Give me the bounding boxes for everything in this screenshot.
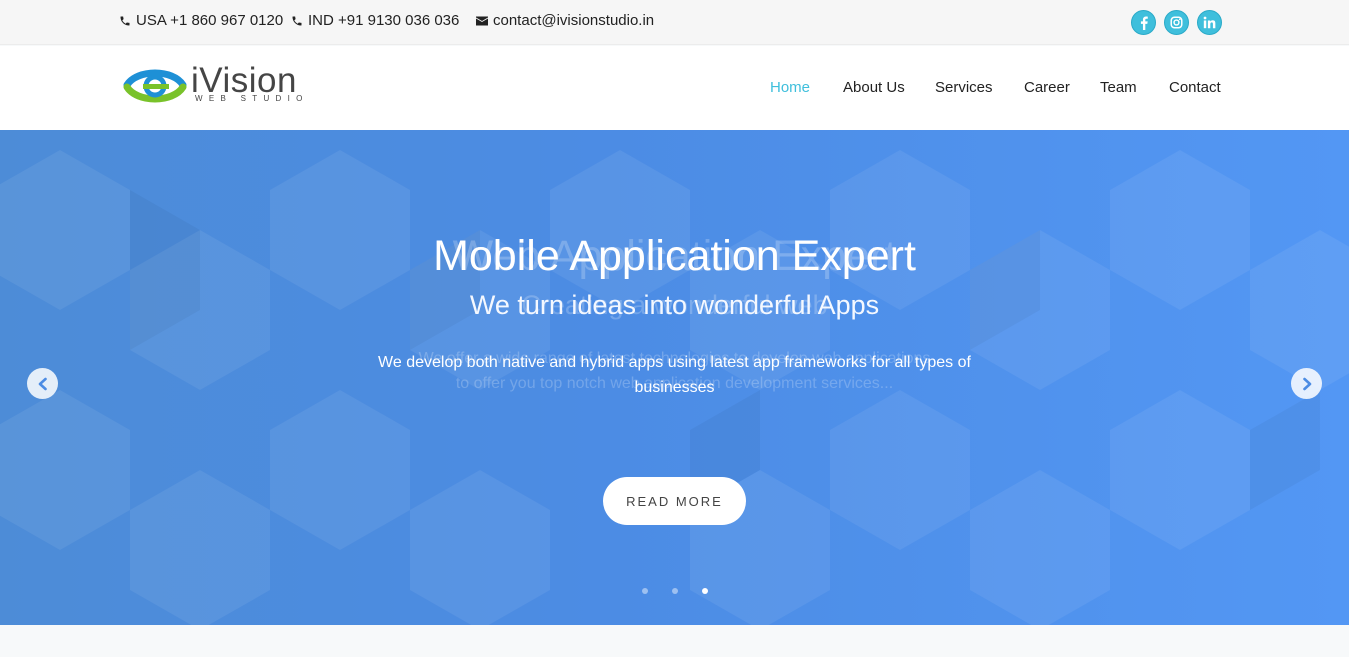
nav-about-us[interactable]: About Us <box>843 79 905 96</box>
ivision-eye-logo-icon <box>123 69 187 103</box>
phone-icon <box>120 16 130 25</box>
slide-indicator-2[interactable] <box>672 588 678 594</box>
logo-subtitle: WEB STUDIO <box>195 94 309 103</box>
top-bar: USA +1 860 967 0120 IND +91 9130 036 036… <box>0 0 1349 45</box>
hero-subtitle: We turn ideas into wonderful Apps <box>469 290 880 320</box>
hero-title: Mobile Application Expert <box>433 232 916 280</box>
envelope-icon <box>476 16 488 25</box>
hero-slider: Web Application Expert Creating a wonder… <box>0 130 1349 625</box>
nav-contact[interactable]: Contact <box>1169 79 1221 96</box>
instagram-icon[interactable] <box>1164 10 1189 35</box>
read-more-button[interactable]: READ MORE <box>603 477 746 525</box>
phone-usa-text: USA +1 860 967 0120 <box>136 12 284 29</box>
facebook-icon[interactable] <box>1131 10 1156 35</box>
nav-home[interactable]: Home <box>770 79 810 96</box>
prev-slide-button[interactable] <box>27 368 58 399</box>
phone-icon <box>292 16 302 25</box>
hero-description: We develop both native and hybrid apps u… <box>378 354 971 396</box>
nav-team[interactable]: Team <box>1100 79 1137 96</box>
phone-ind[interactable]: IND +91 9130 036 036 <box>291 12 459 29</box>
next-section <box>0 625 1349 657</box>
chevron-right-icon <box>1302 377 1311 390</box>
slide-indicator-1[interactable] <box>642 588 648 594</box>
next-slide-button[interactable] <box>1291 368 1322 399</box>
phone-usa[interactable]: USA +1 860 967 0120 <box>119 12 283 29</box>
chevron-left-icon <box>38 377 47 390</box>
nav-career[interactable]: Career <box>1024 79 1070 96</box>
linkedin-icon[interactable] <box>1197 10 1222 35</box>
logo[interactable]: iVision WEB STUDIO <box>123 59 318 109</box>
nav-services[interactable]: Services <box>935 79 993 96</box>
slide-indicator-3[interactable] <box>702 588 708 594</box>
phone-ind-text: IND +91 9130 036 036 <box>308 12 460 29</box>
site-header: iVision WEB STUDIO Home About Us Service… <box>0 46 1349 130</box>
email-text: contact@ivisionstudio.in <box>493 12 655 29</box>
email-link[interactable]: contact@ivisionstudio.in <box>476 12 654 29</box>
